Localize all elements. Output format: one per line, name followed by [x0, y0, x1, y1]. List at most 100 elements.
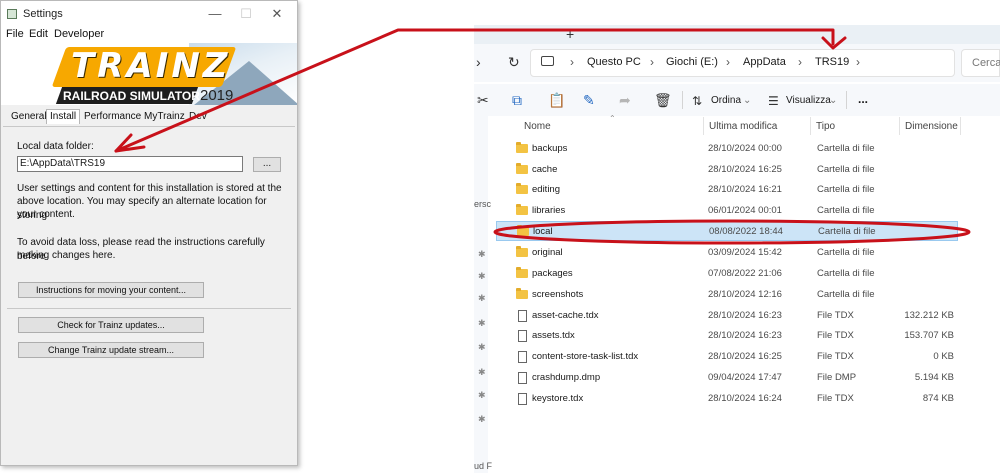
pin-icon[interactable]: ✱	[478, 318, 486, 329]
file-name: local	[533, 226, 553, 237]
more-options-button[interactable]: ...	[858, 92, 868, 106]
view-icon[interactable]: ☰	[768, 94, 779, 108]
breadcrumb-questo-pc[interactable]: Questo PC	[587, 56, 641, 68]
rename-icon[interactable]: ✎	[583, 92, 595, 109]
tab-dev[interactable]: Dev	[189, 111, 207, 122]
file-type: Cartella di file	[817, 164, 875, 175]
column-divider[interactable]	[810, 117, 811, 135]
file-row[interactable]: original 03/09/2024 15:42 Cartella di file	[496, 243, 958, 263]
browse-button[interactable]: ...	[253, 157, 281, 172]
chevron-right-icon[interactable]: ›	[726, 55, 730, 69]
minimize-icon[interactable]: —	[203, 5, 227, 23]
breadcrumb-trs19[interactable]: TRS19	[815, 56, 849, 68]
pin-icon[interactable]: ✱	[478, 367, 486, 378]
trainz-banner: TRAINZ RAILROAD SIMULATOR 2019	[1, 43, 297, 105]
file-name: original	[532, 247, 563, 258]
view-button[interactable]: Visualizza	[786, 95, 831, 106]
menu-bar: File Edit Developer	[1, 27, 297, 43]
breadcrumb-appdata[interactable]: AppData	[743, 56, 786, 68]
close-icon[interactable]: ✕	[265, 5, 289, 23]
search-box[interactable]: Cerca	[961, 49, 1000, 77]
file-row[interactable]: asset-cache.tdx 28/10/2024 16:23 File TDX 1…	[496, 306, 958, 326]
check-updates-button[interactable]: Check for Trainz updates...	[18, 317, 204, 333]
logo-subtitle: RAILROAD SIMULATOR	[63, 89, 200, 103]
local-data-path-input[interactable]: E:\AppData\TRS19	[17, 156, 243, 172]
sort-icon[interactable]: ⇅	[692, 94, 702, 108]
chevron-down-icon[interactable]: ⌄	[743, 95, 751, 106]
pin-icon[interactable]: ✱	[478, 271, 486, 282]
file-row[interactable]: screenshots 28/10/2024 12:16 Cartella di f…	[496, 285, 958, 305]
paste-icon[interactable]: 📋	[548, 92, 565, 109]
back-icon[interactable]: ›	[476, 54, 481, 70]
tab-general[interactable]: General	[11, 111, 47, 122]
copy-icon[interactable]: ⧉	[512, 92, 522, 109]
refresh-icon[interactable]: ↻	[508, 54, 520, 71]
file-type: Cartella di file	[817, 143, 875, 154]
file-row[interactable]: crashdump.dmp 09/04/2024 17:47 File DMP 5.1…	[496, 368, 958, 388]
menu-edit[interactable]: Edit	[29, 28, 48, 40]
menu-file[interactable]: File	[6, 28, 24, 40]
nav-pane-fragment[interactable]: ersc	[474, 199, 491, 209]
column-header-name[interactable]: Nome	[524, 121, 551, 132]
change-stream-button[interactable]: Change Trainz update stream...	[18, 342, 204, 358]
column-header-date[interactable]: Ultima modifica	[709, 121, 777, 132]
logo-year: 2019	[200, 87, 234, 104]
file-row[interactable]: backups 28/10/2024 00:00 Cartella di file	[496, 139, 958, 159]
pin-icon[interactable]: ✱	[478, 414, 486, 425]
file-row[interactable]: editing 28/10/2024 16:21 Cartella di file	[496, 180, 958, 200]
file-name: cache	[532, 164, 558, 175]
pin-icon[interactable]: ✱	[478, 390, 486, 401]
tab-performance[interactable]: Performance	[84, 111, 141, 122]
nav-pane-fragment[interactable]: ud F	[474, 461, 492, 471]
file-type: Cartella di file	[818, 226, 876, 237]
maximize-icon[interactable]: ☐	[234, 5, 258, 23]
menu-developer[interactable]: Developer	[54, 28, 104, 40]
pin-icon[interactable]: ✱	[478, 293, 486, 304]
delete-icon[interactable]: 🗑	[654, 92, 672, 109]
file-name: libraries	[532, 205, 566, 216]
file-date: 28/10/2024 16:24	[708, 393, 782, 404]
column-divider[interactable]	[960, 117, 961, 135]
file-row[interactable]: packages 07/08/2022 21:06 Cartella di file	[496, 264, 958, 284]
cut-icon[interactable]: ✂	[477, 92, 489, 109]
pin-icon[interactable]: ✱	[478, 342, 486, 353]
tab-mytrainz[interactable]: MyTrainz	[144, 111, 185, 122]
settings-titlebar[interactable]: Settings — ☐ ✕	[1, 1, 297, 27]
column-divider[interactable]	[703, 117, 704, 135]
file-row[interactable]: keystore.tdx 28/10/2024 16:24 File TDX 874 …	[496, 389, 958, 409]
file-row[interactable]: libraries 06/01/2024 00:01 Cartella di fil…	[496, 201, 958, 221]
file-row[interactable]: local 08/08/2022 18:44 Cartella di file	[496, 221, 958, 241]
sort-button[interactable]: Ordina	[711, 95, 741, 106]
new-tab-button[interactable]: +	[566, 26, 574, 42]
instructions-button[interactable]: Instructions for moving your content...	[18, 282, 204, 298]
column-header-type[interactable]: Tipo	[816, 121, 835, 132]
chevron-right-icon[interactable]: ›	[856, 55, 860, 69]
tab-install[interactable]: Install	[46, 109, 81, 124]
chevron-right-icon[interactable]: ›	[570, 55, 574, 69]
chevron-right-icon[interactable]: ›	[650, 55, 654, 69]
file-name: keystore.tdx	[532, 393, 584, 404]
file-name: screenshots	[532, 289, 584, 300]
folder-icon	[516, 163, 528, 174]
file-name: packages	[532, 268, 573, 279]
file-row[interactable]: cache 28/10/2024 16:25 Cartella di file	[496, 160, 958, 180]
column-divider[interactable]	[899, 117, 900, 135]
column-header-size[interactable]: Dimensione	[905, 121, 958, 132]
chevron-down-icon[interactable]: ⌄	[829, 95, 837, 106]
breadcrumb-giochi[interactable]: Giochi (E:)	[666, 56, 718, 68]
file-icon	[518, 393, 527, 405]
file-type: Cartella di file	[817, 205, 875, 216]
file-size: 874 KB	[922, 393, 954, 404]
window-title: Settings	[23, 8, 63, 20]
file-row[interactable]: content-store-task-list.tdx 28/10/2024 16…	[496, 347, 958, 367]
chevron-right-icon[interactable]: ›	[798, 55, 802, 69]
file-date: 07/08/2022 21:06	[708, 268, 782, 279]
info-line-1: User settings and content for this insta…	[17, 183, 282, 194]
pin-icon[interactable]: ✱	[478, 249, 486, 260]
file-name: backups	[532, 143, 568, 154]
file-row[interactable]: assets.tdx 28/10/2024 16:23 File TDX 153.70…	[496, 326, 958, 346]
warning-line-2: making changes here.	[17, 250, 116, 261]
share-icon[interactable]: ➦	[619, 92, 631, 109]
trainz-logo: TRAINZ	[71, 46, 231, 86]
install-panel: Local data folder: E:\AppData\TRS19 ... …	[3, 126, 295, 464]
